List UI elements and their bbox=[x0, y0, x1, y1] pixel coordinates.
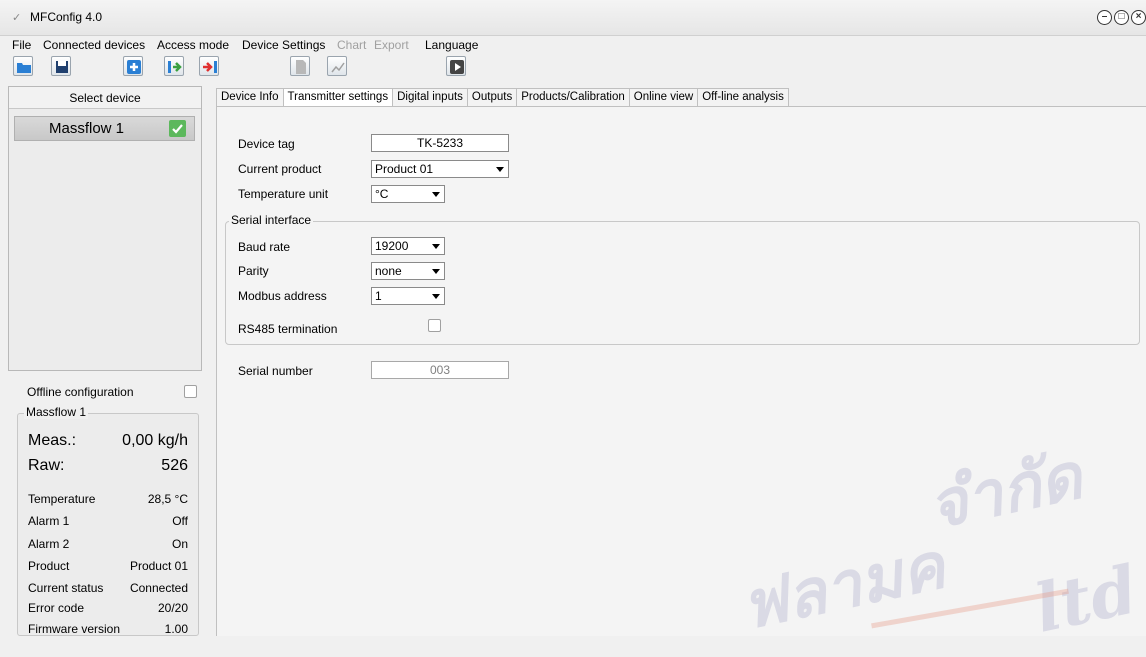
current-product-value: Product 01 bbox=[375, 162, 434, 176]
offline-configuration-checkbox[interactable] bbox=[184, 385, 197, 398]
status-label: Firmware version bbox=[28, 622, 121, 636]
open-folder-icon[interactable] bbox=[13, 56, 33, 76]
status-label: Alarm 2 bbox=[28, 537, 70, 551]
status-label: Error code bbox=[28, 601, 85, 615]
app-icon: ✓ bbox=[12, 12, 22, 24]
temperature-unit-label: Temperature unit bbox=[238, 187, 329, 201]
transmitter-settings-panel bbox=[216, 106, 1146, 636]
status-label: Temperature bbox=[28, 492, 96, 506]
parity-select[interactable]: none bbox=[371, 262, 445, 280]
current-product-select[interactable]: Product 01 bbox=[371, 160, 509, 178]
status-label: Product bbox=[28, 559, 70, 573]
serial-number-field: 003 bbox=[371, 361, 509, 379]
chevron-down-icon bbox=[432, 269, 440, 274]
connect-icon[interactable] bbox=[164, 56, 184, 76]
status-row-product: Product Product 01 bbox=[28, 559, 188, 575]
status-value: Product 01 bbox=[129, 559, 188, 573]
status-value: 1.00 bbox=[164, 622, 188, 636]
check-icon bbox=[169, 120, 186, 137]
status-row-alarm-2: Alarm 2 On bbox=[28, 537, 188, 553]
select-device-header: Select device bbox=[9, 87, 201, 109]
disconnect-icon[interactable] bbox=[199, 56, 219, 76]
add-device-icon[interactable] bbox=[123, 56, 143, 76]
tab-online-view[interactable]: Online view bbox=[628, 88, 699, 106]
parity-label: Parity bbox=[238, 264, 269, 278]
menu-chart[interactable]: Chart bbox=[337, 38, 366, 52]
document-icon[interactable] bbox=[290, 56, 310, 76]
settings-tabs: Device Info Transmitter settings Digital… bbox=[216, 88, 789, 106]
chevron-down-icon bbox=[432, 192, 440, 197]
menu-language[interactable]: Language bbox=[425, 38, 478, 52]
close-icon[interactable]: × bbox=[1131, 10, 1146, 25]
status-value: 28,5 °C bbox=[147, 492, 188, 506]
tab-off-line-analysis[interactable]: Off-line analysis bbox=[697, 88, 789, 106]
modbus-address-value: 1 bbox=[375, 289, 382, 303]
raw-label: Raw: bbox=[28, 457, 65, 474]
meas-value: 0,00 kg/h bbox=[122, 432, 188, 449]
device-tag-label: Device tag bbox=[238, 137, 295, 151]
window-controls: – □ × bbox=[1097, 10, 1146, 25]
serial-interface-title: Serial interface bbox=[229, 213, 314, 227]
status-label: Alarm 1 bbox=[28, 514, 70, 528]
offline-configuration-label: Offline configuration bbox=[27, 385, 134, 399]
status-label: Current status bbox=[28, 581, 104, 595]
baud-rate-label: Baud rate bbox=[238, 240, 291, 254]
chevron-down-icon bbox=[432, 294, 440, 299]
tab-outputs[interactable]: Outputs bbox=[466, 88, 518, 106]
status-row-current-status: Current status Connected bbox=[28, 581, 188, 597]
tab-products-calibration[interactable]: Products/Calibration bbox=[516, 88, 630, 106]
baud-rate-value: 19200 bbox=[375, 239, 409, 253]
current-product-label: Current product bbox=[238, 162, 322, 176]
status-group-title: Massflow 1 bbox=[24, 405, 89, 419]
modbus-address-select[interactable]: 1 bbox=[371, 287, 445, 305]
device-name: Massflow 1 bbox=[49, 120, 125, 137]
baud-rate-select[interactable]: 19200 bbox=[371, 237, 445, 255]
status-value: 20/20 bbox=[157, 601, 188, 615]
status-value: Connected bbox=[129, 581, 188, 595]
menu-bar: File Connected devices Access mode Devic… bbox=[0, 36, 1146, 54]
save-icon[interactable] bbox=[51, 56, 71, 76]
device-tag-field[interactable]: TK-5233 bbox=[371, 134, 509, 152]
status-value: On bbox=[171, 537, 188, 551]
temperature-unit-value: °C bbox=[375, 187, 389, 201]
menu-connected-devices[interactable]: Connected devices bbox=[43, 38, 145, 52]
tab-transmitter-settings[interactable]: Transmitter settings bbox=[282, 88, 394, 106]
minimize-icon[interactable]: – bbox=[1097, 10, 1112, 25]
rs485-termination-checkbox[interactable] bbox=[428, 319, 441, 332]
status-row-alarm-1: Alarm 1 Off bbox=[28, 514, 188, 530]
tab-device-info[interactable]: Device Info bbox=[216, 88, 284, 106]
offline-configuration-row: Offline configuration bbox=[27, 384, 203, 400]
chart-icon[interactable] bbox=[327, 56, 347, 76]
menu-access-mode[interactable]: Access mode bbox=[157, 38, 229, 52]
chevron-down-icon bbox=[432, 244, 440, 249]
parity-value: none bbox=[375, 264, 402, 278]
meas-row: Meas.: 0,00 kg/h bbox=[28, 432, 188, 454]
menu-export[interactable]: Export bbox=[374, 38, 409, 52]
modbus-address-label: Modbus address bbox=[238, 289, 327, 303]
menu-file[interactable]: File bbox=[12, 38, 31, 52]
rs485-termination-label: RS485 termination bbox=[238, 322, 338, 336]
tab-digital-inputs[interactable]: Digital inputs bbox=[392, 88, 468, 106]
serial-interface-group bbox=[225, 221, 1140, 345]
raw-row: Raw: 526 bbox=[28, 457, 188, 479]
chevron-down-icon bbox=[496, 167, 504, 172]
menu-device-settings[interactable]: Device Settings bbox=[242, 38, 325, 52]
play-icon[interactable] bbox=[446, 56, 466, 76]
device-item-massflow-1[interactable]: Massflow 1 bbox=[14, 116, 195, 141]
maximize-icon[interactable]: □ bbox=[1114, 10, 1129, 25]
raw-value: 526 bbox=[161, 457, 188, 474]
title-bar: ✓ MFConfig 4.0 – □ × bbox=[0, 0, 1146, 36]
meas-label: Meas.: bbox=[28, 432, 77, 449]
temperature-unit-select[interactable]: °C bbox=[371, 185, 445, 203]
status-value: Off bbox=[172, 514, 188, 528]
serial-number-label: Serial number bbox=[238, 364, 313, 378]
window-title: MFConfig 4.0 bbox=[30, 10, 103, 24]
status-row-temperature: Temperature 28,5 °C bbox=[28, 492, 188, 508]
toolbar bbox=[0, 54, 1146, 78]
status-row-error-code: Error code 20/20 bbox=[28, 601, 188, 617]
